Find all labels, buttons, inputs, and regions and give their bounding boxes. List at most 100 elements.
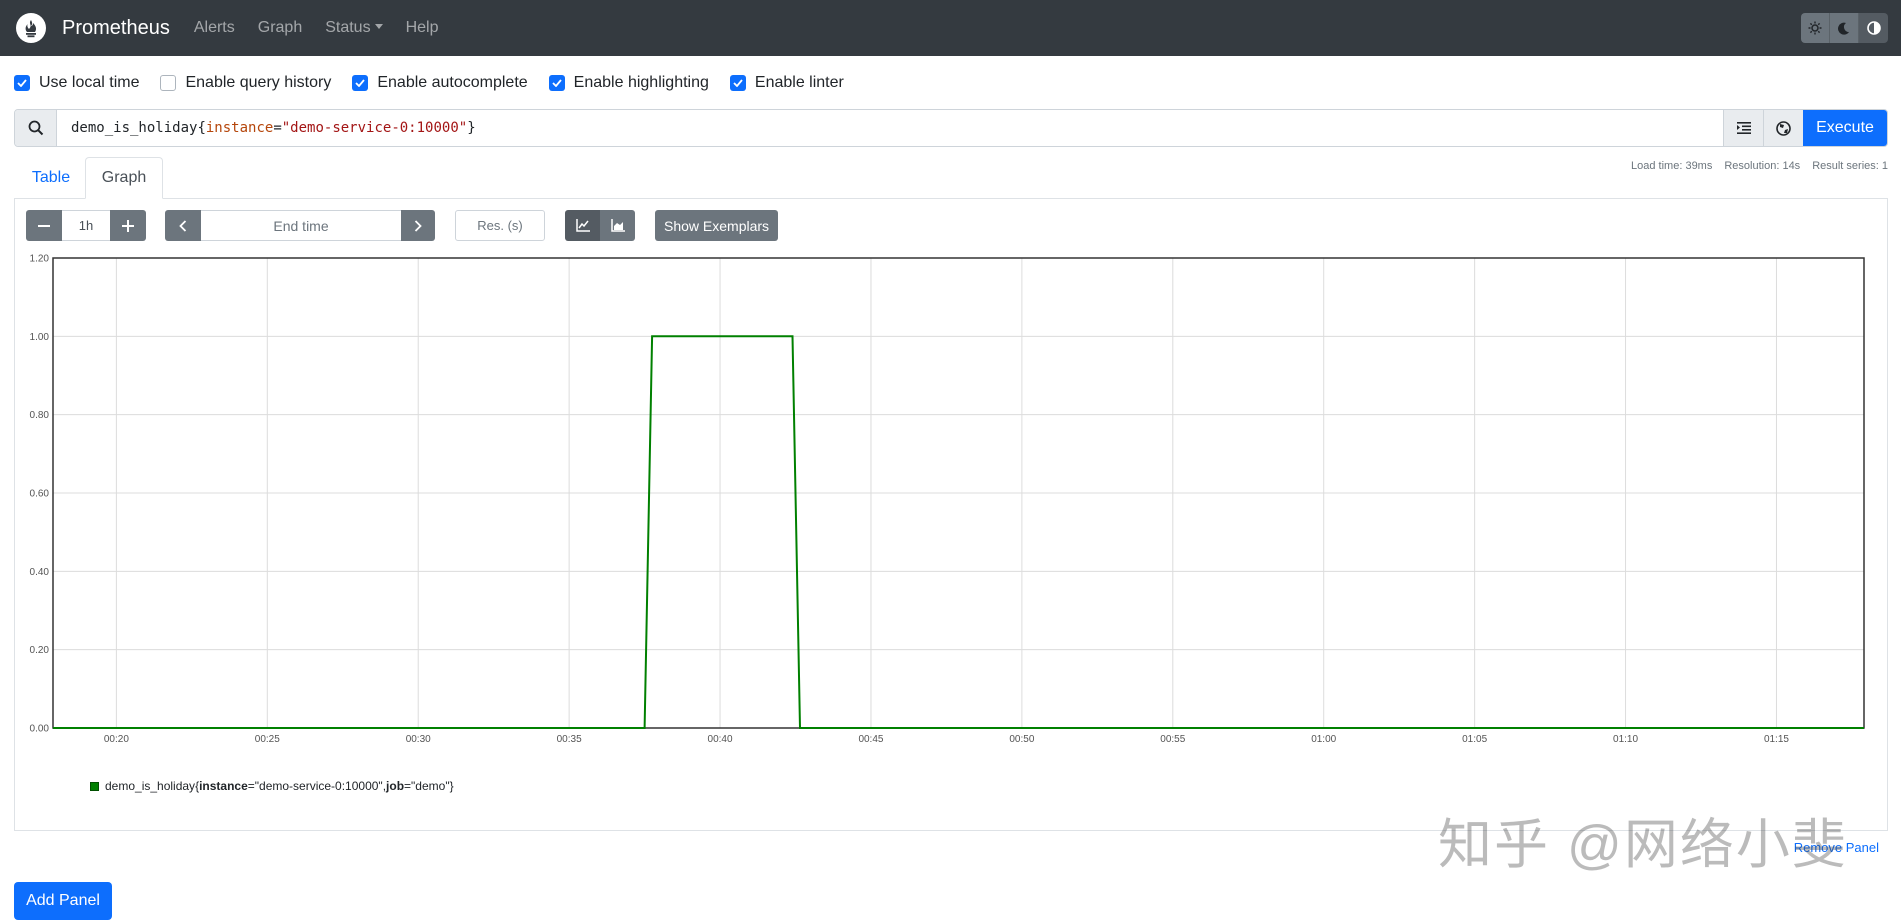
x-tick-label: 00:55 — [1160, 734, 1185, 745]
option-label: Enable linter — [755, 74, 844, 92]
resolution: Resolution: 14s — [1724, 160, 1800, 172]
contrast-icon — [1867, 21, 1881, 35]
query-stats: Load time: 39ms Resolution: 14s Result s… — [1619, 160, 1888, 172]
query-brace-close: } — [467, 120, 475, 136]
graph-chart[interactable]: 0.00 0.20 0.40 0.60 0.80 1.00 1.20 00:20 00:25 00… — [14, 248, 1888, 748]
checkbox-unchecked-icon[interactable] — [160, 75, 176, 91]
chevron-right-icon — [414, 220, 422, 232]
area-chart-icon — [611, 219, 625, 232]
format-expression-button[interactable] — [1723, 110, 1763, 146]
x-tick-label: 01:15 — [1764, 734, 1789, 745]
query-equals: = — [273, 120, 281, 136]
x-tick-label: 00:25 — [255, 734, 280, 745]
checkbox-checked-icon[interactable] — [730, 75, 746, 91]
query-bar: demo_is_holiday{instance="demo-service-0… — [14, 109, 1888, 147]
execute-button[interactable]: Execute — [1803, 110, 1887, 146]
option-label: Enable highlighting — [574, 74, 709, 92]
light-theme-button[interactable] — [1801, 13, 1830, 43]
y-tick-label: 1.20 — [30, 254, 50, 265]
show-exemplars-button[interactable]: Show Exemplars — [655, 210, 778, 241]
options-row: Use local time Enable query history Enab… — [14, 72, 865, 94]
nav-help[interactable]: Help — [406, 19, 439, 37]
tab-table[interactable]: Table — [18, 157, 84, 199]
range-input-group: 1h — [26, 210, 146, 241]
previous-time-button[interactable] — [165, 210, 201, 241]
brand-title[interactable]: Prometheus — [62, 17, 170, 40]
nav-status-label: Status — [325, 19, 370, 36]
checkbox-checked-icon[interactable] — [549, 75, 565, 91]
chart-mode-group — [565, 210, 635, 241]
moon-icon — [1838, 22, 1850, 35]
legend-swatch — [90, 782, 99, 791]
query-label-name: instance — [206, 120, 273, 136]
globe-icon — [1776, 121, 1791, 136]
option-enable-autocomplete[interactable]: Enable autocomplete — [352, 74, 527, 92]
checkbox-checked-icon[interactable] — [352, 75, 368, 91]
legend[interactable]: demo_is_holiday{instance="demo-service-0… — [90, 779, 454, 793]
result-series: Result series: 1 — [1812, 160, 1888, 172]
option-label: Use local time — [39, 74, 139, 92]
graph-controls: 1h End time Res. (s) Show Exemplars — [26, 210, 778, 241]
increase-range-button[interactable] — [110, 210, 146, 241]
x-tick-label: 01:10 — [1613, 734, 1638, 745]
x-tick-label: 00:20 — [104, 734, 129, 745]
plus-icon — [122, 220, 134, 232]
query-label-value: "demo-service-0:10000" — [282, 120, 467, 136]
prometheus-logo-icon[interactable] — [16, 13, 46, 43]
option-enable-query-history[interactable]: Enable query history — [160, 74, 331, 92]
indent-icon — [1737, 122, 1751, 134]
line-chart-button[interactable] — [565, 210, 600, 241]
y-tick-label: 0.80 — [30, 410, 50, 421]
add-panel-button[interactable]: Add Panel — [14, 882, 112, 920]
tab-graph[interactable]: Graph — [85, 157, 163, 199]
option-label: Enable autocomplete — [377, 74, 527, 92]
checkbox-checked-icon[interactable] — [14, 75, 30, 91]
next-time-button[interactable] — [401, 210, 435, 241]
query-brace-open: { — [197, 120, 205, 136]
nav-status[interactable]: Status — [325, 19, 382, 37]
legend-value-job: ="demo"} — [404, 779, 454, 793]
legend-label-job: job — [386, 779, 404, 793]
decrease-range-button[interactable] — [26, 210, 62, 241]
resolution-input[interactable]: Res. (s) — [455, 210, 545, 241]
line-chart-icon — [576, 219, 590, 232]
theme-toggle-group — [1801, 13, 1888, 43]
x-tick-label: 00:40 — [708, 734, 733, 745]
minus-icon — [38, 225, 50, 227]
legend-label-instance: instance — [199, 779, 248, 793]
y-tick-label: 0.40 — [30, 567, 50, 578]
y-tick-label: 1.00 — [30, 332, 50, 343]
expression-input[interactable]: demo_is_holiday{instance="demo-service-0… — [57, 110, 1723, 146]
dark-theme-button[interactable] — [1830, 13, 1859, 43]
option-enable-highlighting[interactable]: Enable highlighting — [549, 74, 709, 92]
legend-metric: demo_is_holiday — [105, 779, 195, 793]
query-metric: demo_is_holiday — [71, 120, 197, 136]
nav-graph[interactable]: Graph — [258, 19, 302, 37]
chevron-left-icon — [179, 220, 187, 232]
legend-value-instance: ="demo-service-0:10000", — [248, 779, 386, 793]
x-tick-label: 01:05 — [1462, 734, 1487, 745]
end-time-input[interactable]: End time — [201, 210, 401, 241]
y-tick-label: 0.60 — [30, 489, 50, 500]
metrics-explorer-button[interactable] — [1763, 110, 1803, 146]
navbar: Prometheus Alerts Graph Status Help — [0, 0, 1901, 56]
option-enable-linter[interactable]: Enable linter — [730, 74, 844, 92]
nav-alerts[interactable]: Alerts — [194, 19, 235, 37]
load-time: Load time: 39ms — [1631, 160, 1712, 172]
search-icon — [15, 110, 57, 146]
y-tick-label: 0.20 — [30, 645, 50, 656]
x-tick-label: 00:35 — [557, 734, 582, 745]
watermark: 知乎 @网络小斐 — [1438, 800, 1848, 879]
stacked-chart-button[interactable] — [600, 210, 635, 241]
x-tick-label: 00:30 — [406, 734, 431, 745]
browser-theme-button[interactable] — [1859, 13, 1888, 43]
caret-down-icon — [375, 24, 383, 29]
sun-icon — [1808, 21, 1822, 35]
series-line — [53, 336, 1864, 728]
range-input[interactable]: 1h — [62, 210, 110, 241]
x-tick-label: 01:00 — [1311, 734, 1336, 745]
option-label: Enable query history — [185, 74, 331, 92]
end-time-group: End time — [165, 210, 435, 241]
option-use-local-time[interactable]: Use local time — [14, 74, 139, 92]
y-tick-label: 0.00 — [30, 724, 50, 735]
